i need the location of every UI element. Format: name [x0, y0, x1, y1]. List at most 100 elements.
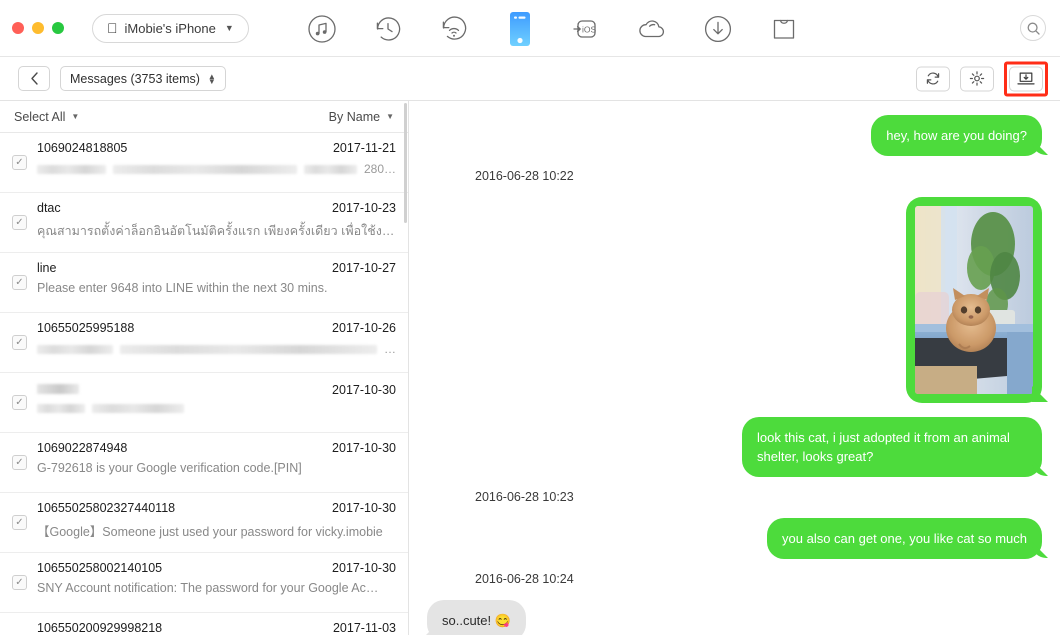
row-top: 1069022874948 2017-10-30 [37, 441, 396, 455]
refresh-button[interactable] [916, 66, 950, 91]
redacted-sender [37, 384, 79, 394]
preview-trailing-text: … [384, 342, 396, 356]
settings-button[interactable] [960, 66, 994, 91]
row-checkbox[interactable]: ✓ [12, 515, 27, 530]
music-icon[interactable] [305, 12, 339, 46]
to-ios-icon[interactable]: iOS [569, 12, 603, 46]
sort-control[interactable]: By Name ▼ [329, 110, 394, 124]
message-list-item[interactable]: ✓ 106550258002140105 2017-10-30 SNY Account… [0, 553, 408, 613]
row-checkbox[interactable]: ✓ [12, 575, 27, 590]
message-date: 2017-10-27 [332, 261, 396, 275]
chat-bubble[interactable]: so..cute! 😋 [427, 600, 526, 635]
search-icon[interactable] [1020, 15, 1046, 41]
device-phone-icon[interactable] [503, 11, 537, 46]
export-to-computer-button[interactable] [1009, 66, 1043, 91]
sort-by-label: By Name [328, 109, 381, 124]
message-date: 2017-10-30 [332, 561, 396, 575]
chat-bubble[interactable]: you also can get one, you like cat so mu… [767, 518, 1042, 559]
redacted-segment [112, 164, 298, 174]
redacted-segment [92, 404, 184, 413]
redacted-preview [37, 404, 396, 413]
message-list-item[interactable]: ✓ 10655025802327440118 2017-10-30 【Google】S… [0, 493, 408, 553]
message-list-item[interactable]: ✓ line 2017-10-27 Please enter 9648 into LI… [0, 253, 408, 313]
chevron-down-icon: ▼ [225, 23, 234, 33]
row-checkbox[interactable]: ✓ [12, 215, 27, 230]
row-content: 1069024818805 2017-11-21 280… [37, 141, 396, 176]
chat-message-row [427, 197, 1042, 403]
sender-name: line [37, 261, 57, 275]
row-content: dtac 2017-10-23 คุณสามารถตั้งค่าล็อกอินอัต… [37, 201, 396, 241]
category-label: Messages (3753 items) [70, 71, 200, 86]
list-scrollbar[interactable] [404, 101, 407, 635]
row-top: 2017-10-30 [37, 381, 396, 397]
message-timestamp: 2016-06-28 10:22 [475, 169, 574, 183]
apple-logo-icon:  [107, 21, 118, 35]
row-content: 10655025802327440118 2017-10-30 【Google】So… [37, 501, 396, 540]
sender-name: 1069022874948 [37, 441, 128, 455]
message-preview: SNY Account notification: The password f… [37, 581, 379, 595]
list-header: Select All ▼ By Name ▼ [0, 101, 408, 133]
updown-stepper-icon: ▲ ▼ [207, 71, 216, 86]
message-timestamp: 2016-06-28 10:23 [475, 490, 574, 504]
row-content: 1069022874948 2017-10-30 G-792618 is your … [37, 441, 396, 475]
select-all-label: Select All [14, 109, 66, 124]
download-icon[interactable] [701, 12, 735, 46]
redacted-preview: 280… [37, 162, 396, 176]
row-top: 1069024818805 2017-11-21 [37, 141, 396, 155]
maximize-window-button[interactable] [52, 22, 64, 34]
row-content: 106550200929998218 2017-11-03 [37, 621, 396, 635]
select-all-control[interactable]: Select All ▼ [14, 110, 79, 124]
minimize-window-button[interactable] [32, 22, 44, 34]
toolkit-shirt-icon[interactable] [767, 12, 801, 46]
module-toolbar: iOS [305, 0, 801, 57]
cloud-icon[interactable] [635, 12, 669, 46]
svg-text:iOS: iOS [582, 24, 597, 34]
message-timestamp: 2016-06-28 10:24 [475, 572, 574, 586]
message-list-item[interactable]: ✓ 1069024818805 2017-11-21 280… [0, 133, 408, 193]
message-preview: 【Google】Someone just used your password … [37, 525, 383, 539]
message-date: 2017-10-23 [332, 201, 396, 215]
close-window-button[interactable] [12, 22, 24, 34]
row-checkbox[interactable]: ✓ [12, 395, 27, 410]
chat-bubble[interactable]: look this cat, i just adopted it from an… [742, 417, 1042, 477]
row-content: line 2017-10-27 Please enter 9648 into LIN… [37, 261, 396, 295]
chat-message-row: so..cute! 😋 [427, 600, 1042, 635]
message-preview: คุณสามารถตั้งค่าล็อกอินอัตโนมัติครั้งแรก… [37, 224, 396, 238]
message-list-item[interactable]: ✓1065502009299982182017-11-03 [0, 613, 408, 635]
message-list-item[interactable]: ✓ 2017-10-30 [0, 373, 408, 433]
category-actions [916, 61, 1048, 96]
back-button[interactable] [18, 66, 50, 91]
sender-name: dtac [37, 201, 61, 215]
row-checkbox[interactable]: ✓ [12, 335, 27, 350]
row-checkbox[interactable]: ✓ [12, 275, 27, 290]
row-top: 106550258002140105 2017-10-30 [37, 561, 396, 575]
message-list-item[interactable]: ✓ 1069022874948 2017-10-30 G-792618 is your… [0, 433, 408, 493]
message-list-item[interactable]: ✓ dtac 2017-10-23 คุณสามารถตั้งค่าล็อกอินอั… [0, 193, 408, 253]
chevron-down-icon: ▼ [386, 112, 394, 121]
window-titlebar:  iMobie's iPhone ▼ [0, 0, 1060, 57]
history-restore-icon[interactable] [371, 12, 405, 46]
photo-message-bubble[interactable] [906, 197, 1042, 403]
row-top: line 2017-10-27 [37, 261, 396, 275]
row-checkbox[interactable]: ✓ [12, 455, 27, 470]
category-toolbar: Messages (3753 items) ▲ ▼ [0, 57, 1060, 101]
redacted-segment [37, 344, 113, 354]
message-list-item[interactable]: ✓ 10655025995188 2017-10-26… [0, 313, 408, 373]
sender-name: 1069024818805 [37, 141, 128, 155]
redacted-segment [37, 404, 85, 413]
redacted-preview: … [37, 342, 396, 356]
row-content: 2017-10-30 [37, 381, 396, 413]
message-preview: G-792618 is your Google verification cod… [37, 461, 302, 475]
device-selector[interactable]:  iMobie's iPhone ▼ [92, 13, 249, 43]
message-list-pane: Select All ▼ By Name ▼ ✓ 1069024818805 201… [0, 101, 409, 635]
row-top: 10655025802327440118 2017-10-30 [37, 501, 396, 515]
wireless-restore-icon[interactable] [437, 12, 471, 46]
chat-bubble[interactable]: hey, how are you doing? [871, 115, 1042, 156]
row-checkbox[interactable]: ✓ [12, 155, 27, 170]
category-selector[interactable]: Messages (3753 items) ▲ ▼ [60, 66, 226, 91]
message-date: 2017-10-30 [332, 441, 396, 455]
sender-name: 106550200929998218 [37, 621, 163, 635]
message-date: 2017-10-30 [332, 383, 396, 397]
row-content: 10655025995188 2017-10-26… [37, 321, 396, 356]
cat-photo-icon [915, 206, 1033, 394]
